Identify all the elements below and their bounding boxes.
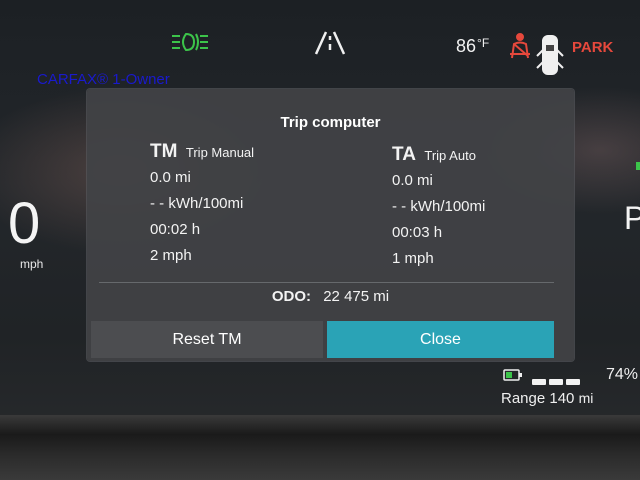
- headlights-icon: [172, 32, 208, 52]
- range-readout: Range 140 mi: [501, 390, 593, 407]
- reset-tm-button[interactable]: Reset TM: [91, 321, 323, 358]
- trip-auto-column: TA Trip Auto 0.0 mi - - kWh/100mi 00:03 …: [392, 144, 485, 272]
- trip-auto-name: Trip Auto: [424, 148, 476, 163]
- gear-indicator: PARK: [572, 39, 614, 56]
- trip-manual-header: TM Trip Manual: [150, 141, 254, 165]
- range-unit: mi: [578, 390, 594, 406]
- lane-keeping-icon: [314, 31, 346, 55]
- trip-manual-code: TM: [150, 141, 178, 162]
- trip-manual-name: Trip Manual: [185, 145, 255, 160]
- trip-auto-time: 00:03 h: [392, 224, 443, 241]
- battery-segment: [549, 379, 563, 385]
- seatbelt-warning-icon: [510, 33, 530, 59]
- car-doors-icon: [536, 35, 564, 75]
- trip-manual-distance: 0.0 mi: [150, 169, 191, 186]
- trip-manual-column: TM Trip Manual 0.0 mi - - kWh/100mi 00:0…: [150, 141, 254, 269]
- battery-segment: [532, 379, 546, 385]
- battery-icon: [503, 369, 522, 381]
- outside-temperature: 86°F: [456, 36, 490, 56]
- divider: [99, 282, 554, 283]
- battery-percent: 74%: [606, 366, 639, 383]
- watermark-text: CARFAX® 1-Owner: [37, 71, 170, 88]
- odometer-unit: mi: [373, 288, 390, 305]
- battery-level-bar: [532, 372, 596, 385]
- trip-manual-time: 00:02 h: [150, 221, 201, 238]
- odometer: ODO: 22 475 mi: [87, 288, 574, 305]
- trip-auto-code: TA: [392, 144, 416, 165]
- trip-auto-header: TA Trip Auto: [392, 144, 485, 168]
- green-indicator: [636, 162, 640, 170]
- trip-manual-consumption: - - kWh/100mi: [150, 195, 244, 212]
- trip-manual-avg-speed: 2 mph: [150, 247, 192, 264]
- trip-auto-distance: 0.0 mi: [392, 172, 433, 189]
- right-gauge-partial: P: [624, 200, 640, 236]
- trip-auto-consumption: - - kWh/100mi: [392, 198, 486, 215]
- bezel: [0, 415, 640, 480]
- odometer-label: ODO:: [271, 288, 312, 305]
- temperature-unit: °F: [477, 36, 490, 50]
- speed-value: 0: [8, 191, 41, 256]
- speed-unit: mph: [20, 257, 44, 271]
- battery-segment: [566, 379, 580, 385]
- odometer-value: 22 475: [323, 288, 370, 305]
- dialog-title: Trip computer: [280, 114, 381, 131]
- range-label: Range: [501, 390, 546, 407]
- range-value: 140: [549, 390, 575, 407]
- trip-computer-dialog: Trip computer TM Trip Manual 0.0 mi - - …: [87, 89, 574, 361]
- trip-auto-avg-speed: 1 mph: [392, 250, 434, 267]
- close-button[interactable]: Close: [327, 321, 554, 358]
